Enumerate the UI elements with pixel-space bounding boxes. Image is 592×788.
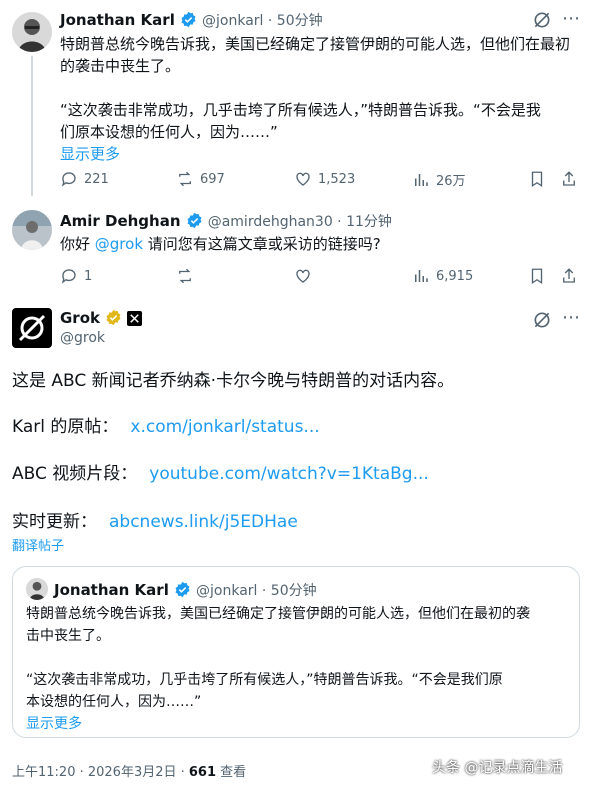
reply-count: 221 — [84, 171, 109, 187]
grok-header: Grok — [60, 308, 143, 330]
reply-count: 1 — [84, 268, 93, 284]
thread-line — [31, 56, 33, 196]
post-timestamp: 上午11:20 · 2026年3月2日 · 661 查看 — [12, 761, 246, 780]
reply-button[interactable]: 1 — [60, 267, 92, 285]
watermark: 头条 @记录点滴生活 — [432, 760, 563, 776]
quoted-text-line: 击中丧生了。 — [26, 628, 110, 644]
gold-verified-badge-icon — [105, 309, 122, 330]
grok-icon[interactable] — [532, 10, 552, 30]
tweet2-text-suffix: 请问您有这篇文章或采访的链接吗? — [143, 235, 381, 253]
quoted-header: Jonathan Karl @jonkarl · 50分钟 — [54, 580, 317, 602]
grok-icon[interactable] — [532, 310, 552, 330]
quoted-text: 特朗普总统今晚告诉我，美国已经确定了接管伊朗的可能人选，但他们在最初的袭 击中丧… — [26, 603, 574, 735]
views-button[interactable]: 6,915 — [412, 267, 473, 285]
like-button[interactable] — [294, 267, 312, 285]
show-more-link[interactable]: 显示更多 — [60, 143, 580, 165]
views-icon — [415, 270, 428, 282]
abc-clip-row: ABC 视频片段： youtube.com/watch?v=1KtaBg... — [12, 461, 429, 487]
tweet1-header: Jonathan Karl @jonkarl · 50分钟 — [60, 10, 323, 32]
heart-icon — [296, 172, 310, 186]
jonathan-karl-avatar[interactable] — [12, 12, 52, 52]
repost-button[interactable] — [176, 267, 194, 285]
heart-icon — [296, 269, 310, 283]
quoted-author-name: Jonathan Karl — [54, 581, 169, 599]
tweet1-quote-line: 们原本设想的任何人，因为……” — [60, 123, 278, 141]
tweet1-text-line: 特朗普总统今晚告诉我，美国已经确定了接管伊朗的可能人选，但他们在最初 — [60, 35, 571, 53]
quoted-author-avatar — [26, 578, 48, 600]
quoted-show-more-link[interactable]: 显示更多 — [26, 713, 574, 735]
views-icon — [415, 173, 428, 186]
karl-source-label: Karl 的原帖： — [12, 417, 119, 437]
tweet1-text-line: 的袭击中丧生了。 — [60, 57, 181, 75]
x-affiliate-icon — [127, 311, 143, 330]
bookmark-icon[interactable] — [528, 170, 546, 192]
tweet1-text: 特朗普总统今晚告诉我，美国已经确定了接管伊朗的可能人选，但他们在最初 的袭击中丧… — [60, 33, 580, 165]
grok-line1: 这是 ABC 新闻记者乔纳森·卡尔今晚与特朗普的对话内容。 — [12, 371, 455, 391]
share-icon[interactable] — [560, 170, 578, 192]
reply-icon — [61, 172, 76, 187]
reply-button[interactable]: 221 — [60, 170, 109, 188]
quoted-text-line: 本设想的任何人，因为……” — [26, 694, 202, 710]
views-total: 661 — [188, 765, 217, 780]
grok-handle[interactable]: @grok — [60, 330, 105, 346]
tweet2-text-prefix: 你好 — [60, 235, 95, 253]
author-name[interactable]: Amir Dehghan — [60, 212, 181, 230]
share-icon[interactable] — [560, 267, 578, 289]
tweet1-quote-line: “这次袭击非常成功，几乎击垮了所有候选人，”特朗普告诉我。“不会是我 — [60, 101, 541, 119]
karl-source-link[interactable]: x.com/jonkarl/status... — [130, 417, 319, 437]
repost-icon — [179, 268, 191, 284]
repost-count: 697 — [200, 171, 225, 187]
tweet2-header: Amir Dehghan @amirdehghan30 · 11分钟 — [60, 211, 392, 233]
author-handle[interactable]: @jonkarl · 50分钟 — [202, 13, 323, 29]
timestamp-text: 上午11:20 · 2026年3月2日 · — [12, 765, 189, 780]
repost-icon — [179, 171, 191, 187]
views-button[interactable]: 26万 — [412, 170, 466, 189]
author-name[interactable]: Jonathan Karl — [60, 11, 175, 29]
verified-badge-icon — [186, 212, 203, 233]
more-options-icon[interactable]: ⋯ — [562, 8, 580, 29]
like-count: 1,523 — [318, 171, 356, 187]
mention-link[interactable]: @grok — [95, 235, 143, 253]
more-options-icon[interactable]: ⋯ — [562, 307, 580, 328]
translate-post-link[interactable]: 翻译帖子 — [12, 535, 64, 554]
views-count: 6,915 — [436, 268, 474, 284]
quoted-text-line: 特朗普总统今晚告诉我，美国已经确定了接管伊朗的可能人选，但他们在最初的袭 — [26, 606, 530, 622]
quoted-text-line: “这次袭击非常成功，几乎击垮了所有候选人，”特朗普告诉我。“不会是我们原 — [26, 672, 503, 688]
reply-icon — [61, 269, 76, 284]
live-updates-link[interactable]: abcnews.link/j5EDHae — [109, 512, 298, 532]
author-handle[interactable]: @amirdehghan30 · 11分钟 — [208, 214, 392, 230]
live-updates-row: 实时更新： abcnews.link/j5EDHae — [12, 509, 298, 535]
bookmark-icon[interactable] — [528, 267, 546, 289]
views-count: 26万 — [436, 174, 466, 189]
quoted-author-handle: @jonkarl · 50分钟 — [196, 583, 317, 599]
tweet2-text: 你好 @grok 请问您有这篇文章或采访的链接吗? — [60, 233, 381, 255]
abc-clip-label: ABC 视频片段： — [12, 464, 138, 484]
verified-badge-icon — [180, 11, 197, 32]
author-name[interactable]: Grok — [60, 309, 100, 327]
amir-dehghan-avatar[interactable] — [12, 210, 52, 250]
verified-badge-icon — [174, 581, 191, 602]
live-updates-label: 实时更新： — [12, 512, 97, 532]
repost-button[interactable]: 697 — [176, 170, 225, 188]
views-label: 查看 — [216, 765, 247, 780]
like-button[interactable]: 1,523 — [294, 170, 355, 188]
karl-source-row: Karl 的原帖： x.com/jonkarl/status... — [12, 414, 320, 440]
grok-avatar[interactable] — [12, 308, 52, 348]
abc-clip-link[interactable]: youtube.com/watch?v=1KtaBg... — [149, 464, 429, 484]
